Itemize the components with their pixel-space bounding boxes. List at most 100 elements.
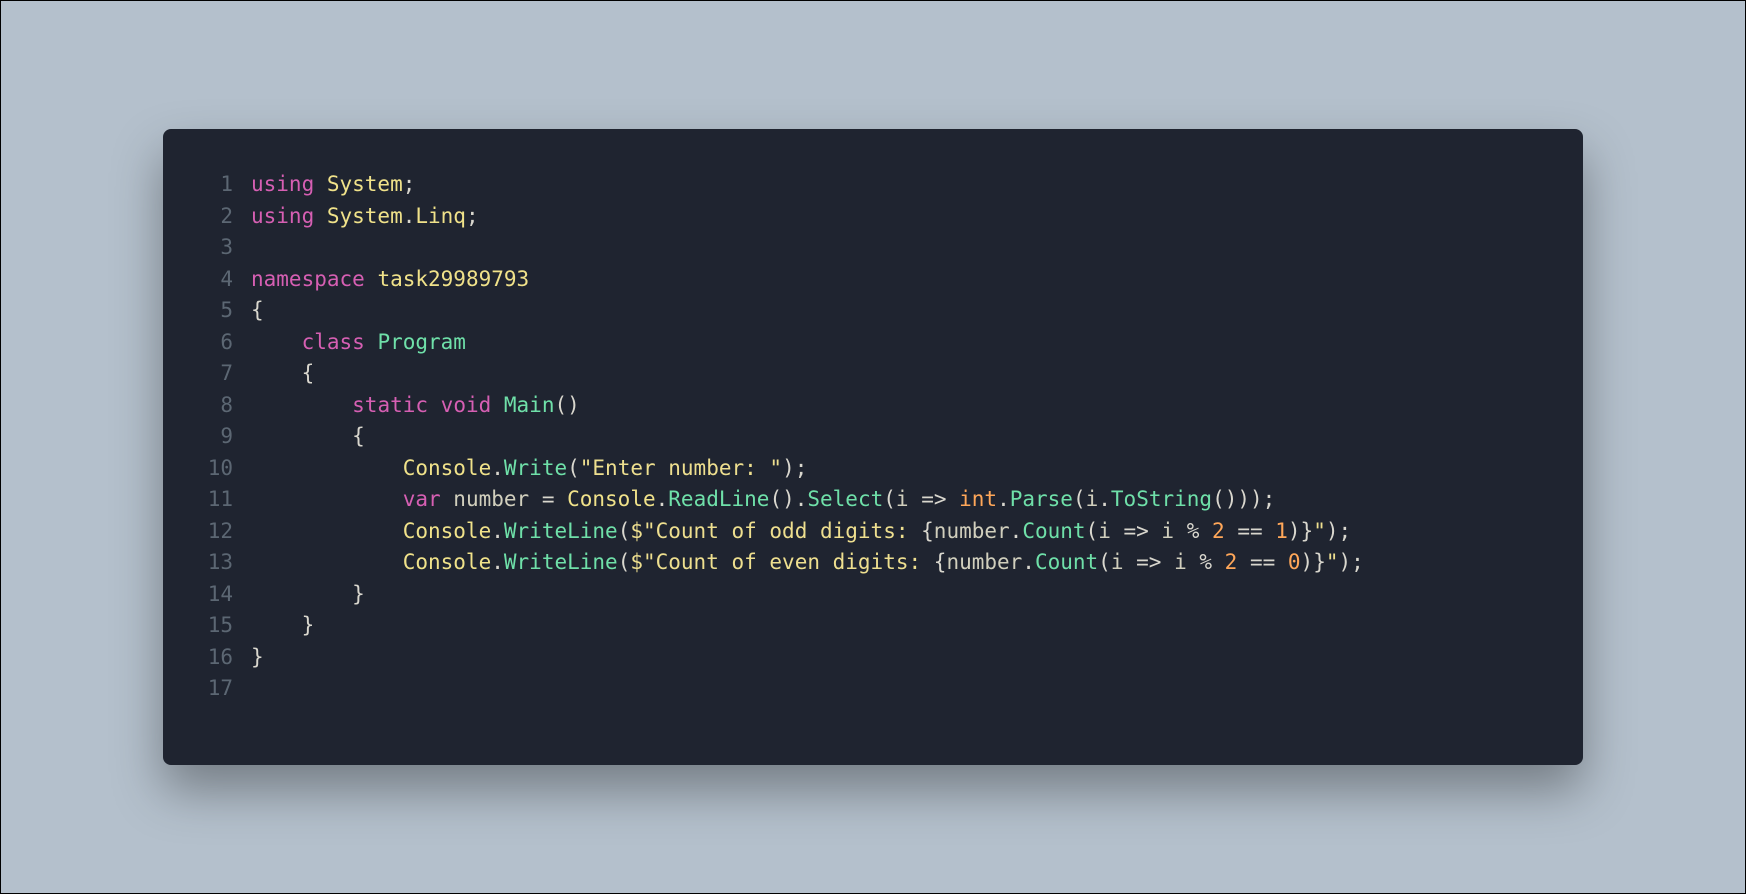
code-line: 11 var number = Console.ReadLine().Selec… <box>183 484 1553 516</box>
line-number: 8 <box>183 390 251 422</box>
token-kw: class <box>302 330 378 354</box>
token-op: => <box>1136 550 1174 574</box>
code-line: 7 { <box>183 358 1553 390</box>
token-kw: using <box>251 172 327 196</box>
token-punc: { <box>934 550 947 574</box>
code-line: 9 { <box>183 421 1553 453</box>
token-num: 0 <box>1288 550 1301 574</box>
token-punc: . <box>656 487 669 511</box>
token-str: $"Count of even digits: <box>630 550 933 574</box>
token-var: number <box>946 550 1022 574</box>
token-type: Parse <box>1010 487 1073 511</box>
token-kw: void <box>441 393 504 417</box>
token-punc: . <box>997 487 1010 511</box>
code-content: } <box>251 579 365 611</box>
line-number: 15 <box>183 610 251 642</box>
token-punc: ( <box>1073 487 1086 511</box>
code-block: 1using System;2using System.Linq;3 4name… <box>183 169 1553 705</box>
token-var: i <box>1086 487 1099 511</box>
line-number: 13 <box>183 547 251 579</box>
code-line: 1using System; <box>183 169 1553 201</box>
code-line: 13 Console.WriteLine($"Count of even dig… <box>183 547 1553 579</box>
code-content: } <box>251 642 264 674</box>
line-number: 3 <box>183 232 251 264</box>
code-content: { <box>251 295 264 327</box>
code-line: 2using System.Linq; <box>183 201 1553 233</box>
token-type: Count <box>1035 550 1098 574</box>
token-var: number <box>453 487 542 511</box>
token-type: ReadLine <box>668 487 769 511</box>
token-punc: . <box>491 456 504 480</box>
token-kw: static <box>352 393 441 417</box>
code-content: Console.WriteLine($"Count of odd digits:… <box>251 516 1351 548</box>
line-number: 16 <box>183 642 251 674</box>
token-type: Count <box>1022 519 1085 543</box>
code-line: 6 class Program <box>183 327 1553 359</box>
code-line: 14 } <box>183 579 1553 611</box>
token-punc: ( <box>883 487 896 511</box>
token-var: number <box>934 519 1010 543</box>
token-op: % <box>1199 550 1224 574</box>
token-kw: using <box>251 204 327 228</box>
token-punc: () <box>554 393 579 417</box>
code-content: static void Main() <box>251 390 580 422</box>
token-str: "Enter number: " <box>580 456 782 480</box>
token-punc: ; <box>403 172 416 196</box>
token-punc: . <box>491 519 504 543</box>
token-type: Select <box>807 487 883 511</box>
token-var: i <box>1161 519 1186 543</box>
token-op: = <box>542 487 567 511</box>
token-punc: { <box>251 424 365 448</box>
token-punc: } <box>251 645 264 669</box>
token-str: " <box>1313 519 1326 543</box>
token-ns: Console <box>403 550 492 574</box>
line-number: 10 <box>183 453 251 485</box>
token-punc: . <box>403 204 416 228</box>
line-number: 4 <box>183 264 251 296</box>
code-content: Console.Write("Enter number: "); <box>251 453 807 485</box>
code-line: 16} <box>183 642 1553 674</box>
line-number: 1 <box>183 169 251 201</box>
token-punc: ; <box>466 204 479 228</box>
code-content: Console.WriteLine($"Count of even digits… <box>251 547 1364 579</box>
code-content: var number = Console.ReadLine().Select(i… <box>251 484 1275 516</box>
token-punc <box>251 330 302 354</box>
code-line: 4namespace task29989793 <box>183 264 1553 296</box>
code-line: 10 Console.Write("Enter number: "); <box>183 453 1553 485</box>
token-punc: { <box>921 519 934 543</box>
code-line: 5{ <box>183 295 1553 327</box>
token-ns: Console <box>403 456 492 480</box>
line-number: 14 <box>183 579 251 611</box>
token-op: => <box>1123 519 1161 543</box>
code-content <box>251 232 264 264</box>
token-punc: ( <box>1086 519 1099 543</box>
token-punc: } <box>251 582 365 606</box>
token-punc: ( <box>567 456 580 480</box>
code-content <box>251 673 264 705</box>
token-op: == <box>1225 519 1276 543</box>
code-line: 17 <box>183 673 1553 705</box>
token-ns: System <box>327 204 403 228</box>
token-op: => <box>921 487 959 511</box>
token-type: ToString <box>1111 487 1212 511</box>
token-punc <box>251 487 403 511</box>
token-kw: namespace <box>251 267 377 291</box>
token-str: $"Count of odd digits: <box>630 519 921 543</box>
line-number: 6 <box>183 327 251 359</box>
code-content: using System.Linq; <box>251 201 479 233</box>
code-content: { <box>251 421 365 453</box>
token-type: Write <box>504 456 567 480</box>
code-line: 3 <box>183 232 1553 264</box>
token-punc: ); <box>1339 550 1364 574</box>
token-num: 1 <box>1275 519 1288 543</box>
token-punc: ( <box>618 519 631 543</box>
line-number: 5 <box>183 295 251 327</box>
token-punc: . <box>1098 487 1111 511</box>
token-punc: (). <box>769 487 807 511</box>
token-kw: var <box>403 487 454 511</box>
token-var: i <box>1174 550 1199 574</box>
token-punc: ( <box>618 550 631 574</box>
code-content: using System; <box>251 169 415 201</box>
code-content: } <box>251 610 314 642</box>
token-ns: Console <box>403 519 492 543</box>
